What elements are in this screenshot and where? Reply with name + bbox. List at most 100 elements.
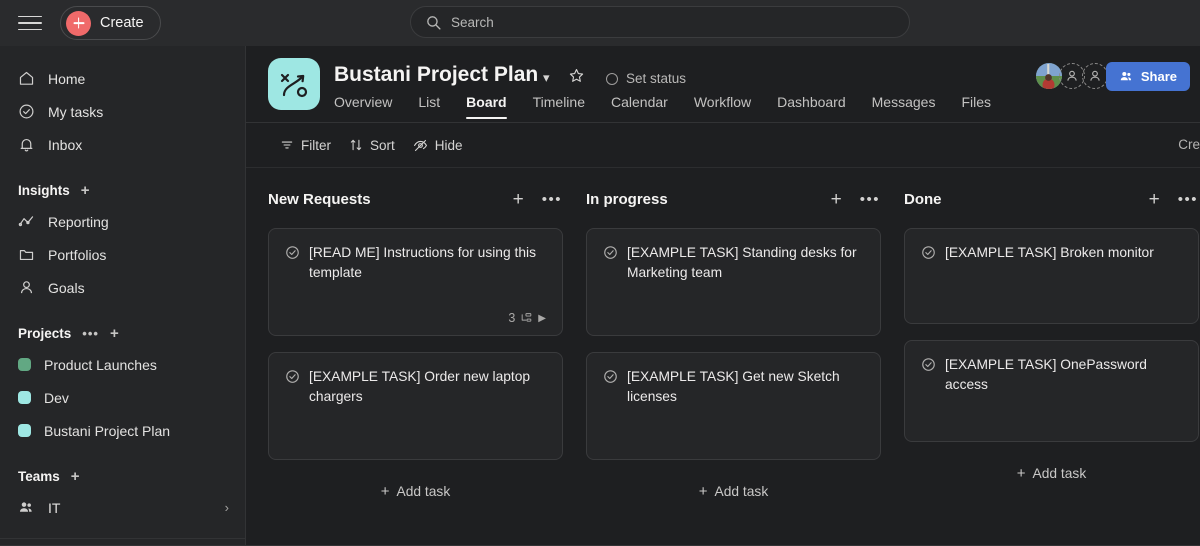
sidebar-item-inbox[interactable]: Inbox [0, 128, 245, 161]
sidebar: Home My tasks Inbox Insights + Reporting… [0, 46, 246, 546]
add-task-button[interactable]: + Add task [268, 476, 563, 506]
task-title: [EXAMPLE TASK] OnePassword access [945, 355, 1182, 395]
project-tabs: Overview List Board Timeline Calendar Wo… [334, 94, 1004, 119]
project-color-swatch [18, 424, 31, 437]
hamburger-icon[interactable] [18, 11, 42, 35]
tab-files[interactable]: Files [948, 94, 1004, 119]
add-task-button[interactable]: + Add task [586, 476, 881, 506]
task-card[interactable]: [READ ME] Instructions for using this te… [268, 228, 563, 336]
section-title: Teams [18, 469, 60, 484]
board-column-in-progress: In progress + ••• [EXAMPLE TASK] Standin… [586, 186, 904, 506]
sidebar-item-label: Bustani Project Plan [44, 423, 170, 439]
project-color-swatch [18, 391, 31, 404]
tab-list[interactable]: List [405, 94, 453, 119]
hide-button[interactable]: Hide [404, 133, 472, 158]
filter-icon [280, 138, 294, 152]
sidebar-item-goals[interactable]: Goals [0, 271, 245, 304]
task-card[interactable]: [EXAMPLE TASK] Get new Sketch licenses [586, 352, 881, 460]
task-title: [EXAMPLE TASK] Get new Sketch licenses [627, 367, 864, 407]
set-status-button[interactable]: Set status [606, 71, 686, 86]
home-icon [18, 70, 35, 87]
task-card[interactable]: [EXAMPLE TASK] Standing desks for Market… [586, 228, 881, 336]
section-title: Projects [18, 326, 71, 341]
subtask-count: 3 [508, 311, 515, 325]
tab-workflow[interactable]: Workflow [681, 94, 764, 119]
hide-label: Hide [435, 138, 463, 153]
tab-timeline[interactable]: Timeline [520, 94, 598, 119]
column-header: In progress + ••• [586, 186, 904, 212]
goal-person-icon [18, 279, 35, 296]
plus-icon[interactable]: + [71, 469, 80, 484]
task-card[interactable]: [EXAMPLE TASK] OnePassword access [904, 340, 1199, 442]
task-card[interactable]: [EXAMPLE TASK] Broken monitor [904, 228, 1199, 324]
eye-slash-icon [413, 138, 428, 153]
create-button[interactable]: Create [60, 6, 161, 40]
plus-icon[interactable]: + [110, 326, 119, 341]
sidebar-item-product-launches[interactable]: Product Launches [0, 348, 245, 381]
create-task-button-truncated[interactable]: Cre [1178, 137, 1200, 152]
sidebar-item-label: Reporting [48, 214, 109, 230]
chevron-right-icon[interactable]: › [225, 500, 229, 515]
plus-icon[interactable]: + [81, 183, 90, 198]
check-circle-icon[interactable] [921, 357, 936, 372]
triangle-right-icon[interactable]: ▶ [538, 313, 546, 324]
check-circle-icon[interactable] [285, 369, 300, 384]
ellipsis-icon[interactable]: ••• [82, 327, 99, 340]
chevron-down-icon[interactable]: ▾ [543, 70, 550, 86]
column-title: New Requests [268, 191, 371, 208]
tab-overview[interactable]: Overview [334, 94, 405, 119]
people-icon [1119, 69, 1134, 84]
tab-calendar[interactable]: Calendar [598, 94, 681, 119]
section-title: Insights [18, 183, 70, 198]
tab-board[interactable]: Board [453, 94, 519, 119]
sidebar-item-home[interactable]: Home [0, 62, 245, 95]
strategy-board-icon [268, 58, 320, 110]
avatar-placeholder[interactable] [1082, 63, 1108, 89]
sidebar-item-label: Home [48, 71, 85, 87]
subtask-meta[interactable]: 3 ▶ [508, 311, 546, 325]
tab-messages[interactable]: Messages [859, 94, 949, 119]
page-title: Bustani Project Plan [334, 63, 538, 87]
ellipsis-icon[interactable]: ••• [542, 192, 562, 207]
sidebar-item-label: Portfolios [48, 247, 106, 263]
project-color-swatch [18, 358, 31, 371]
task-card[interactable]: [EXAMPLE TASK] Order new laptop chargers [268, 352, 563, 460]
sidebar-item-bustani-project-plan[interactable]: Bustani Project Plan [0, 414, 245, 447]
star-outline-icon[interactable] [568, 67, 585, 89]
sidebar-item-label: Inbox [48, 137, 82, 153]
check-circle-icon[interactable] [603, 369, 618, 384]
column-title: In progress [586, 191, 668, 208]
add-task-button[interactable]: + Add task [904, 458, 1199, 488]
sidebar-item-label: Goals [48, 280, 85, 296]
plus-icon[interactable]: + [1149, 190, 1160, 209]
sidebar-section-projects: Projects ••• + [0, 318, 245, 348]
check-circle-icon[interactable] [285, 245, 300, 260]
sidebar-item-dev[interactable]: Dev [0, 381, 245, 414]
project-header: Bustani Project Plan ▾ Set status Overvi… [246, 46, 1200, 123]
plus-icon[interactable]: + [831, 190, 842, 209]
sidebar-item-my-tasks[interactable]: My tasks [0, 95, 245, 128]
add-task-label: Add task [1033, 466, 1087, 481]
line-chart-icon [18, 213, 35, 230]
sort-button[interactable]: Sort [340, 133, 404, 158]
sidebar-divider [0, 538, 245, 539]
check-circle-icon[interactable] [921, 245, 936, 260]
sidebar-section-insights: Insights + [0, 175, 245, 205]
add-task-label: Add task [715, 484, 769, 499]
sidebar-item-label: Product Launches [44, 357, 157, 373]
sidebar-item-reporting[interactable]: Reporting [0, 205, 245, 238]
task-title: [READ ME] Instructions for using this te… [309, 243, 546, 283]
filter-label: Filter [301, 138, 331, 153]
plus-icon: + [381, 484, 390, 499]
check-circle-icon[interactable] [603, 245, 618, 260]
tab-dashboard[interactable]: Dashboard [764, 94, 859, 119]
plus-icon[interactable]: + [513, 190, 524, 209]
filter-button[interactable]: Filter [271, 133, 340, 158]
ellipsis-icon[interactable]: ••• [1178, 192, 1198, 207]
sidebar-item-it[interactable]: IT › [0, 491, 245, 524]
bell-icon [18, 136, 35, 153]
ellipsis-icon[interactable]: ••• [860, 192, 880, 207]
search-input[interactable]: Search [410, 6, 910, 38]
sidebar-item-portfolios[interactable]: Portfolios [0, 238, 245, 271]
share-button[interactable]: Share [1106, 62, 1190, 91]
